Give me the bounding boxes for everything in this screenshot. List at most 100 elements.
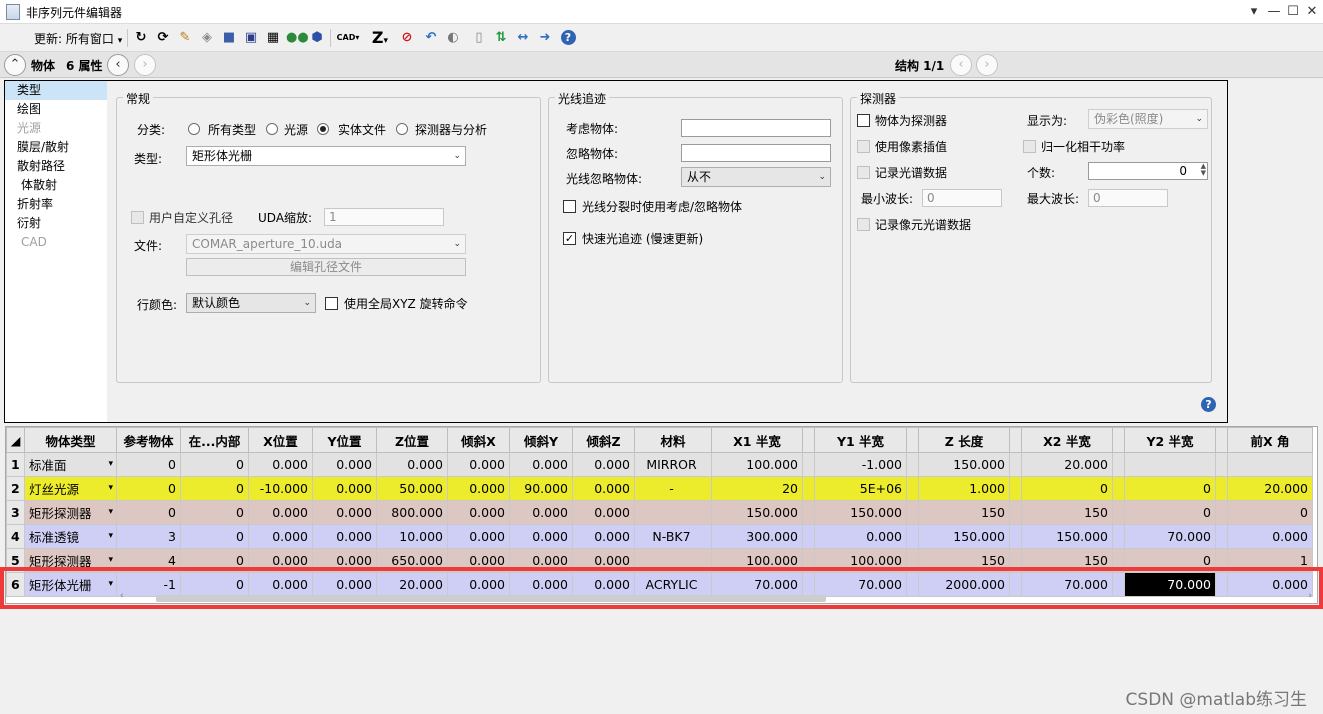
- record-pixel-spectrum-checkbox[interactable]: [857, 218, 870, 231]
- object-icon[interactable]: ⬢: [308, 29, 326, 47]
- object-type-cell[interactable]: 标准面 ▾: [24, 452, 117, 477]
- table-cell[interactable]: 0: [180, 476, 249, 501]
- ignore-objects-input[interactable]: [681, 144, 831, 162]
- table-cell[interactable]: 150: [1021, 500, 1113, 525]
- global-xyz-checkbox[interactable]: [325, 297, 338, 310]
- object-type-cell[interactable]: 灯丝光源 ▾: [24, 476, 117, 501]
- table-cell[interactable]: 0.000: [312, 476, 377, 501]
- row-number[interactable]: 2: [6, 476, 25, 501]
- minimize-button[interactable]: —: [1264, 2, 1284, 22]
- column-header[interactable]: 前X 角: [1227, 427, 1313, 453]
- table-cell[interactable]: [906, 524, 919, 549]
- table-cell[interactable]: 70.000: [1124, 524, 1216, 549]
- column-header[interactable]: [1215, 427, 1228, 453]
- table-cell[interactable]: [1215, 500, 1228, 525]
- edit-aperture-file-button[interactable]: 编辑孔径文件: [186, 258, 466, 276]
- radio-all-types[interactable]: [188, 123, 200, 135]
- table-cell[interactable]: 150.000: [1021, 524, 1113, 549]
- table-cell[interactable]: 20.000: [1227, 476, 1313, 501]
- table-cell[interactable]: 0.000: [572, 500, 635, 525]
- table-cell[interactable]: [1112, 524, 1125, 549]
- category-type[interactable]: 类型: [5, 81, 107, 100]
- is-detector-checkbox[interactable]: [857, 114, 870, 127]
- radio-detectors[interactable]: [396, 123, 408, 135]
- table-cell[interactable]: 0.000: [572, 452, 635, 477]
- table-cell[interactable]: 20: [711, 476, 803, 501]
- table-cell[interactable]: [1112, 452, 1125, 477]
- category-scatter-path[interactable]: 散射路径: [5, 157, 107, 176]
- table-cell[interactable]: [1215, 476, 1228, 501]
- category-volume-scatter[interactable]: 体散射: [5, 176, 107, 195]
- arrow-right-icon[interactable]: ➜: [536, 29, 554, 47]
- next-object-button[interactable]: ›: [134, 54, 156, 76]
- table-cell[interactable]: 0.000: [509, 524, 573, 549]
- table-cell[interactable]: 0.000: [447, 500, 510, 525]
- column-header[interactable]: 倾斜Y: [509, 427, 573, 453]
- table-cell[interactable]: 0: [1124, 476, 1216, 501]
- table-cell[interactable]: 150.000: [711, 500, 803, 525]
- record-spectrum-checkbox[interactable]: [857, 166, 870, 179]
- next-config-button[interactable]: ›: [976, 54, 998, 76]
- maximize-button[interactable]: ☐: [1283, 2, 1303, 22]
- split-consider-checkbox[interactable]: [563, 200, 576, 213]
- table-cell[interactable]: [1009, 524, 1022, 549]
- row-number[interactable]: 3: [6, 500, 25, 525]
- table-cell[interactable]: 0.000: [1227, 524, 1313, 549]
- table-cell[interactable]: 0.000: [248, 500, 313, 525]
- table-cell[interactable]: 0.000: [509, 500, 573, 525]
- table-cell[interactable]: 0.000: [814, 524, 907, 549]
- table-cell[interactable]: 0.000: [447, 476, 510, 501]
- table-cell[interactable]: [1215, 452, 1228, 477]
- table-cell[interactable]: [1009, 500, 1022, 525]
- chevron-down-icon[interactable]: ▾: [108, 459, 113, 469]
- uda-scale-input[interactable]: 1: [324, 208, 444, 226]
- table-cell[interactable]: -: [634, 476, 712, 501]
- column-header[interactable]: X2 半宽: [1021, 427, 1113, 453]
- table-cell[interactable]: [634, 500, 712, 525]
- chevron-down-icon[interactable]: ▾: [108, 531, 113, 541]
- detector-icon[interactable]: ●●: [286, 29, 309, 47]
- table-cell[interactable]: 0.000: [447, 524, 510, 549]
- pixel-interp-checkbox[interactable]: [857, 140, 870, 153]
- table-cell[interactable]: [906, 476, 919, 501]
- table-cell[interactable]: 0: [116, 500, 181, 525]
- column-header[interactable]: Y1 半宽: [814, 427, 907, 453]
- table-cell[interactable]: 150.000: [814, 500, 907, 525]
- table-cell[interactable]: 5E+06: [814, 476, 907, 501]
- max-wavelength-input[interactable]: 0: [1088, 189, 1168, 207]
- table-cell[interactable]: [802, 452, 815, 477]
- z-icon[interactable]: Z▾: [368, 29, 392, 47]
- table-cell[interactable]: [802, 476, 815, 501]
- radio-solid-file[interactable]: [317, 123, 329, 135]
- aperture-file-select[interactable]: COMAR_aperture_10.uda ⌄: [186, 234, 466, 254]
- table-cell[interactable]: 0: [116, 452, 181, 477]
- table-cell[interactable]: [906, 500, 919, 525]
- column-header[interactable]: X位置: [248, 427, 313, 453]
- table-row[interactable]: 4 标准透镜 ▾ 3 0 0.000 0.000 10.000 0.000 0.000 0.000 N…: [6, 524, 1313, 549]
- ray-trace-icon[interactable]: ✎: [176, 29, 194, 47]
- column-header[interactable]: Z位置: [376, 427, 448, 453]
- count-input[interactable]: 0 ▲ ▼: [1088, 162, 1208, 180]
- table-cell[interactable]: [1009, 476, 1022, 501]
- table-cell[interactable]: -10.000: [248, 476, 313, 501]
- arrows-icon[interactable]: ↔: [514, 29, 532, 47]
- refresh-icon[interactable]: ↻: [132, 29, 150, 47]
- category-index[interactable]: 折射率: [5, 195, 107, 214]
- page-icon[interactable]: ▯: [470, 29, 488, 47]
- spinner-icon[interactable]: ▲ ▼: [1201, 163, 1206, 177]
- help-icon[interactable]: ?: [1201, 397, 1216, 412]
- table-cell[interactable]: [802, 500, 815, 525]
- table-cell[interactable]: 150.000: [918, 524, 1010, 549]
- column-header[interactable]: [1112, 427, 1125, 453]
- table-cell[interactable]: [1009, 452, 1022, 477]
- table-cell[interactable]: 0.000: [248, 524, 313, 549]
- column-header[interactable]: 参考物体: [116, 427, 181, 453]
- table-cell[interactable]: 0: [180, 500, 249, 525]
- table-cell[interactable]: 0: [116, 476, 181, 501]
- table-cell[interactable]: 3: [116, 524, 181, 549]
- table-cell[interactable]: N-BK7: [634, 524, 712, 549]
- category-diffraction[interactable]: 衍射: [5, 214, 107, 233]
- table-cell[interactable]: 0.000: [376, 452, 448, 477]
- category-draw[interactable]: 绘图: [5, 100, 107, 119]
- table-row[interactable]: 3 矩形探测器 ▾ 0 0 0.000 0.000 800.000 0.000 0.000 0.00…: [6, 500, 1313, 525]
